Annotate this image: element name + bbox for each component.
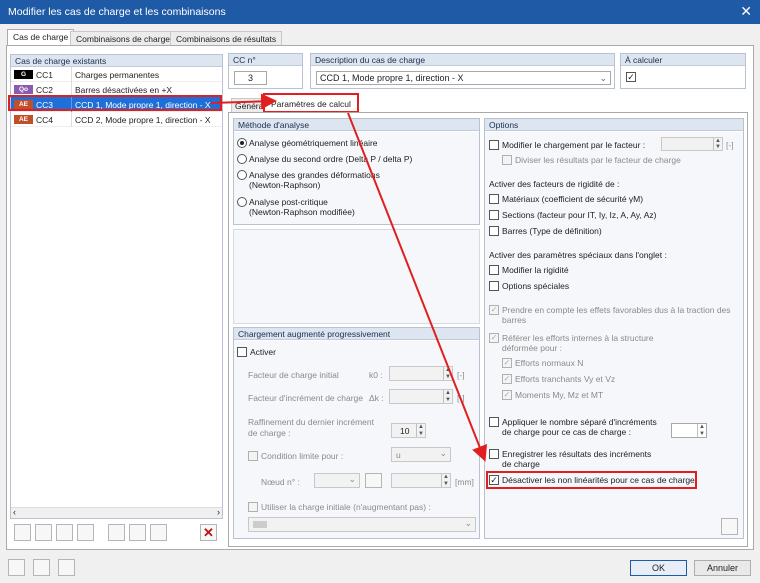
annotation-arrows (210, 93, 488, 462)
arrow-case-to-tab (210, 93, 277, 110)
cancel-button[interactable]: Annuler (694, 560, 751, 576)
help-icon[interactable] (8, 559, 25, 576)
arrow-tab-to-option (347, 112, 488, 462)
open-folder-icon[interactable] (33, 559, 50, 576)
save-icon[interactable] (58, 559, 75, 576)
ok-button[interactable]: OK (630, 560, 687, 576)
